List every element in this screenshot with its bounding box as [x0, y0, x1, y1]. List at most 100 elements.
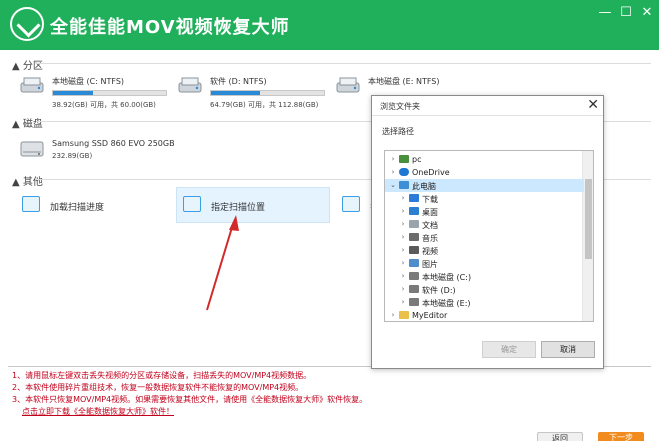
document-icon	[342, 196, 360, 212]
tree-item[interactable]: › pc	[385, 153, 584, 166]
expand-icon[interactable]: ›	[389, 166, 397, 179]
note-line: 2、本软件使用碎片重组技术，恢复一般数据恢复软件不能恢复的MOV/MP4视频。	[12, 383, 304, 392]
tree-item-label: OneDrive	[412, 168, 450, 177]
dialog-close-icon[interactable]: ✕	[587, 97, 599, 113]
tree-item-label: 视频	[422, 247, 438, 256]
folder-icon	[399, 311, 409, 319]
tree-item[interactable]: › MyEditor	[385, 309, 584, 321]
dialog-prompt: 选择路径	[382, 127, 414, 136]
desktop-icon	[409, 207, 419, 215]
next-button[interactable]: 下一步	[598, 432, 644, 441]
tree-item[interactable]: ⌄ 此电脑	[385, 179, 584, 192]
expand-icon[interactable]: ›	[399, 218, 407, 231]
tree-item-label: 软件 (D:)	[422, 286, 456, 295]
expand-icon[interactable]: ›	[389, 309, 397, 321]
tree-item-label: 桌面	[422, 208, 438, 217]
disk-size: 232.89(GB)	[52, 152, 93, 160]
tree-item[interactable]: › 图片	[385, 257, 584, 270]
drive-icon	[20, 77, 44, 93]
tree-item[interactable]: › 文档	[385, 218, 584, 231]
computer-icon	[399, 181, 409, 189]
music-icon	[409, 233, 419, 241]
drive-icon	[336, 77, 360, 93]
tool-label: 指定扫描位置	[211, 203, 266, 213]
expand-icon[interactable]: ›	[399, 231, 407, 244]
tree-item-label: 音乐	[422, 234, 438, 243]
tree-item[interactable]: › 本地磁盘 (C:)	[385, 270, 584, 283]
tree-item-label: 此电脑	[412, 182, 436, 191]
drive-icon	[409, 298, 419, 306]
cancel-button[interactable]: 取消	[541, 341, 595, 358]
drive-icon	[178, 77, 202, 93]
target-icon	[183, 196, 201, 212]
tree-item[interactable]: › 音乐	[385, 231, 584, 244]
third-tool-button[interactable]: 扌	[336, 188, 379, 224]
tree-item-label: 下载	[422, 195, 438, 204]
hard-disk-icon	[20, 141, 44, 157]
specify-scan-location-button[interactable]: 指定扫描位置	[176, 187, 330, 223]
usage-bar	[52, 90, 167, 96]
close-icon[interactable]: ✕	[638, 4, 656, 22]
tree-item[interactable]: › 下载	[385, 192, 584, 205]
tree-item-label: 本地磁盘 (E:)	[422, 299, 471, 308]
tree-item[interactable]: › 软件 (D:)	[385, 283, 584, 296]
tree-item-label: pc	[412, 155, 422, 164]
user-icon	[399, 155, 409, 163]
expand-icon[interactable]: ›	[399, 270, 407, 283]
maximize-icon[interactable]: ☐	[617, 4, 635, 22]
back-button[interactable]: 返回	[537, 432, 583, 441]
partition-usage: 38.92(GB) 可用，共 60.00(GB)	[52, 101, 156, 109]
usage-bar-fill	[53, 91, 93, 95]
folder-tree[interactable]: › pc › OneDrive ⌄ 此电脑 › 下载 › 桌面 › 文档 › 音乐 › 视频 › 图片 › 本地磁盘 …	[384, 150, 594, 322]
disk-name: Samsung SSD 860 EVO 250GB	[52, 139, 175, 148]
tree-item-label: MyEditor	[412, 311, 448, 320]
tool-label: 加载扫描进度	[50, 203, 105, 213]
tree-item-label: 文档	[422, 221, 438, 230]
usage-bar-fill	[211, 91, 260, 95]
tree-item[interactable]: › 视频	[385, 244, 584, 257]
tree-item[interactable]: › OneDrive	[385, 166, 584, 179]
partition-usage: 64.79(GB) 可用，共 112.88(GB)	[210, 101, 319, 109]
download-icon	[409, 194, 419, 202]
expand-icon[interactable]: ›	[399, 283, 407, 296]
browse-folder-dialog: 浏览文件夹 ✕ 选择路径 › pc › OneDrive ⌄ 此电脑 › 下载 › 桌面 › 文档 › 音…	[371, 95, 604, 369]
note-line: 3、本软件只恢复MOV/MP4视频。如果需要恢复其他文件，请使用《全能数据恢复大…	[12, 395, 368, 404]
expand-icon[interactable]: ›	[389, 153, 397, 166]
partition-name: 本地磁盘 (C: NTFS)	[52, 77, 125, 86]
magnifier-icon	[22, 196, 40, 212]
ok-button[interactable]: 确定	[482, 341, 536, 358]
collapse-icon[interactable]: ⌄	[389, 179, 397, 192]
partition-name: 软件 (D: NTFS)	[210, 77, 267, 86]
expand-icon[interactable]: ›	[399, 244, 407, 257]
note-line: 1、请用鼠标左键双击丢失视频的分区或存储设备，扫描丢失的MOV/MP4视频数据。	[12, 371, 312, 380]
tree-item[interactable]: › 本地磁盘 (E:)	[385, 296, 584, 309]
tree-item-label: 本地磁盘 (C:)	[422, 273, 472, 282]
expand-icon[interactable]: ›	[399, 192, 407, 205]
drive-icon	[409, 285, 419, 293]
dialog-title: 浏览文件夹	[372, 96, 603, 116]
section-partitions: ▲ 分区	[12, 61, 43, 72]
app-logo-icon	[10, 7, 44, 41]
tree-item[interactable]: › 桌面	[385, 205, 584, 218]
expand-icon[interactable]: ›	[399, 205, 407, 218]
instruction-notes: 1、请用鼠标左键双击丢失视频的分区或存储设备，扫描丢失的MOV/MP4视频数据。…	[12, 370, 367, 418]
scrollbar-thumb[interactable]	[585, 179, 592, 259]
expand-icon[interactable]: ›	[399, 257, 407, 270]
usage-bar	[210, 90, 325, 96]
minimize-icon[interactable]: —	[596, 4, 614, 22]
download-link[interactable]: 点击立即下载《全能数据恢复大师》软件！	[12, 406, 367, 418]
app-window: 全能佳能MOV视频恢复大师 — ☐ ✕ ▲ 分区 本地磁盘 (C: NTFS) …	[0, 0, 659, 441]
title-bar: 全能佳能MOV视频恢复大师 — ☐ ✕	[0, 0, 659, 50]
video-icon	[409, 246, 419, 254]
load-scan-progress-button[interactable]: 加载扫描进度	[16, 188, 166, 224]
divider	[36, 63, 651, 64]
picture-icon	[409, 259, 419, 267]
app-title: 全能佳能MOV视频恢复大师	[50, 17, 290, 38]
tree-item-label: 图片	[422, 260, 438, 269]
drive-icon	[409, 272, 419, 280]
section-disks: ▲ 磁盘	[12, 119, 43, 130]
partition-name: 本地磁盘 (E: NTFS)	[368, 77, 440, 86]
expand-icon[interactable]: ›	[399, 296, 407, 309]
document-icon	[409, 220, 419, 228]
section-others: ▲ 其他	[12, 177, 43, 188]
